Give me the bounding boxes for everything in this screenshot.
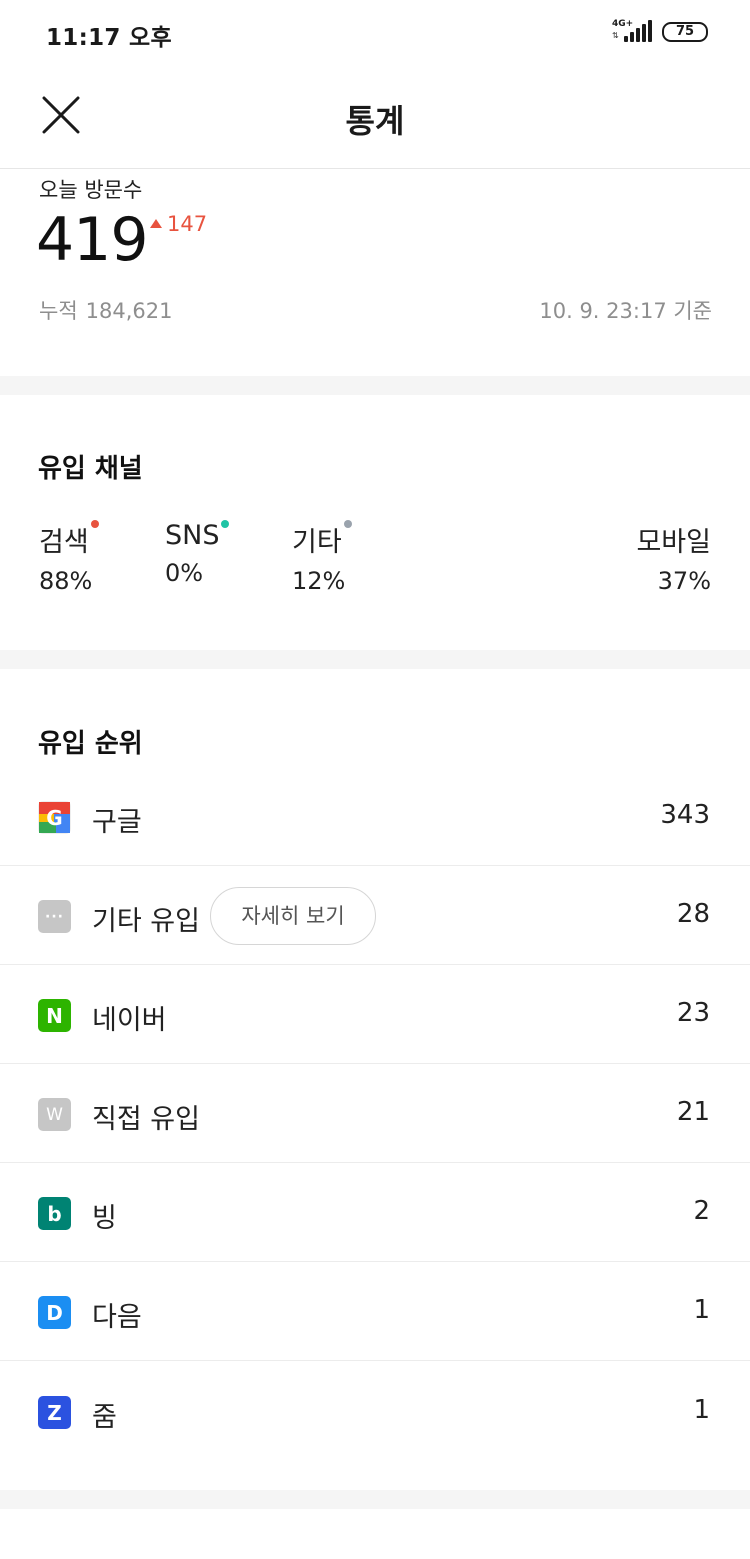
naver-icon: N: [38, 999, 71, 1032]
channel-search-label: 검색: [39, 527, 89, 558]
svg-text:G: G: [46, 806, 62, 830]
rank-label: 직접 유입: [92, 1104, 200, 1135]
channel-search-value: 88%: [39, 567, 93, 595]
rank-value: 23: [676, 998, 710, 1028]
daum-icon: D: [38, 1296, 71, 1329]
signal-icon: [624, 20, 652, 42]
list-item[interactable]: W 직접 유입 21: [0, 1064, 750, 1163]
section-divider: [0, 1490, 750, 1509]
list-item[interactable]: N 네이버 23: [0, 965, 750, 1064]
channel-search: 검색 88%: [39, 520, 99, 595]
section-divider: [0, 376, 750, 395]
google-icon: G: [38, 801, 71, 834]
list-item[interactable]: b 빙 2: [0, 1163, 750, 1262]
channel-name: 기타: [292, 520, 352, 559]
list-item[interactable]: G 구글 343: [0, 767, 750, 866]
data-arrows-icon: ⇅: [612, 31, 619, 40]
channel-sns-label: SNS: [165, 520, 220, 551]
direct-icon: W: [38, 1098, 71, 1131]
channel-sns: SNS 0%: [165, 520, 230, 587]
list-item[interactable]: D 다음 1: [0, 1262, 750, 1361]
battery-icon: 75: [662, 22, 708, 42]
list-item[interactable]: ··· 기타 유입 자세히 보기 28: [0, 866, 750, 965]
rank-label: 다음: [92, 1302, 142, 1333]
rank-label: 빙: [92, 1203, 117, 1234]
channel-other: 기타 12%: [292, 520, 352, 595]
channel-other-label: 기타: [292, 527, 342, 558]
more-dots-icon: ···: [38, 900, 71, 933]
channel-mobile-value: 37%: [657, 567, 711, 595]
today-delta-value: 147: [167, 212, 208, 236]
rank-value: 1: [693, 1295, 710, 1325]
search-dot-icon: [90, 520, 99, 528]
sns-dot-icon: [221, 520, 230, 528]
rank-value: 343: [660, 800, 710, 830]
ranking-title: 유입 순위: [38, 729, 143, 759]
status-time: 11:17 오후: [46, 25, 172, 51]
bing-icon: b: [38, 1197, 71, 1230]
status-bar: 11:17 오후 4G+ ⇅ 75: [0, 0, 750, 66]
rank-label: 기타 유입: [92, 906, 200, 937]
rank-value: 28: [676, 899, 710, 929]
today-label: 오늘 방문수: [39, 178, 143, 202]
rank-value: 2: [693, 1196, 710, 1226]
channel-sns-value: 0%: [165, 559, 204, 587]
list-item[interactable]: Z 줌 1: [0, 1362, 750, 1461]
cumulative-value: 184,621: [85, 299, 173, 323]
cumulative: 누적 184,621: [39, 295, 172, 325]
rank-label: 구글: [92, 807, 142, 838]
channels-title: 유입 채널: [38, 454, 143, 484]
other-dot-icon: [343, 520, 352, 528]
channel-name: 검색: [39, 520, 99, 559]
rank-value: 21: [676, 1097, 710, 1127]
channel-mobile: 모바일 37%: [636, 520, 711, 595]
channel-name: SNS: [165, 520, 230, 551]
up-triangle-icon: [150, 219, 162, 228]
app-header: 통계: [0, 66, 750, 169]
rank-label: 줌: [92, 1402, 117, 1433]
today-visitors: 오늘 방문수 419 147 누적 184,621 10. 9. 23:17 기준: [0, 169, 750, 376]
channel-mobile-label: 모바일: [636, 527, 711, 558]
channel-other-value: 12%: [292, 567, 346, 595]
page-title: 통계: [345, 102, 405, 140]
rank-label: 네이버: [92, 1005, 167, 1036]
today-count: 419: [36, 205, 149, 275]
section-divider: [0, 650, 750, 669]
today-delta: 147: [150, 212, 207, 236]
rank-value: 1: [693, 1395, 710, 1425]
view-details-button[interactable]: 자세히 보기: [210, 887, 376, 945]
zum-icon: Z: [38, 1396, 71, 1429]
updated-time: 10. 9. 23:17 기준: [539, 299, 712, 323]
cumulative-label: 누적: [39, 299, 78, 323]
